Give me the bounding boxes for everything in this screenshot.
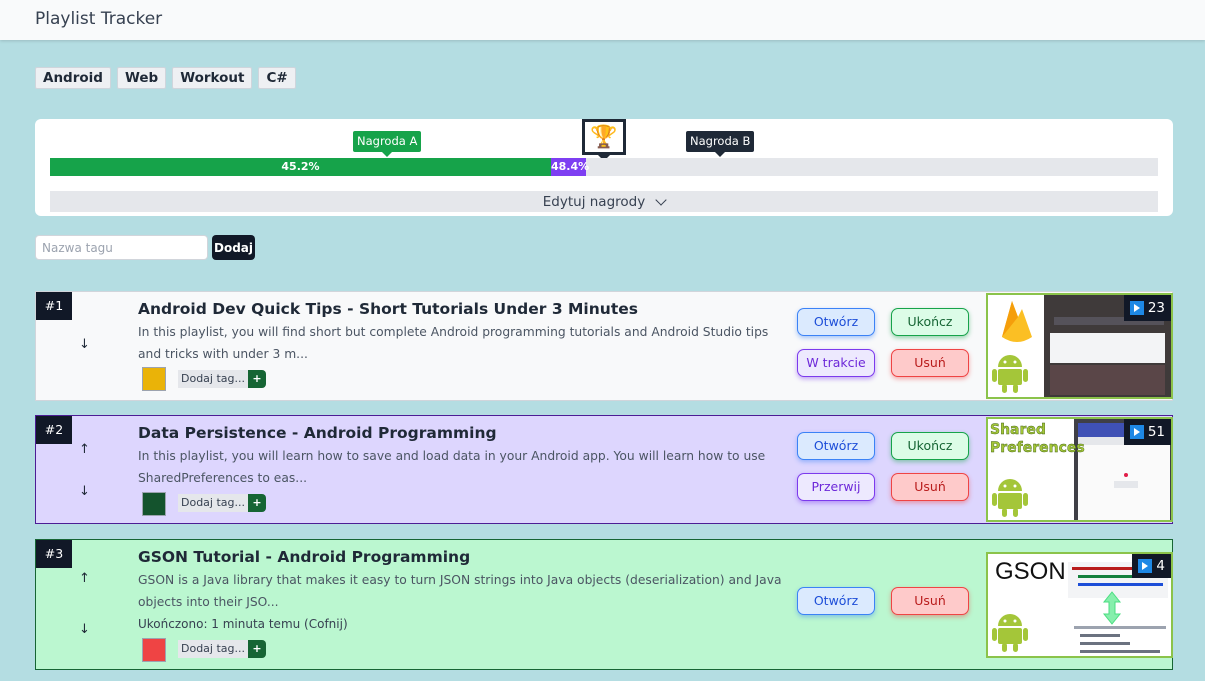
progress-bar: 45.2% 48.4% [50, 158, 1158, 176]
progress-in-progress-fill: 48.4% [551, 158, 589, 176]
playlist-thumbnail[interactable]: Shared Preferences 51 [986, 417, 1173, 522]
finish-button[interactable]: Ukończ [891, 432, 969, 460]
rank-badge: #1 [36, 292, 72, 320]
rank-badge: #3 [36, 540, 72, 568]
playlist-title[interactable]: Android Dev Quick Tips - Short Tutorials… [138, 300, 638, 318]
playlist-thumbnail[interactable]: GSON 4 [986, 552, 1173, 658]
tag-filter-bar: Android Web Workout C# [35, 67, 296, 89]
delete-button[interactable]: Usuń [891, 473, 969, 501]
playlist-card: #3 ↑ ↓ GSON Tutorial - Android Programmi… [35, 539, 1173, 670]
delete-button[interactable]: Usuń [891, 349, 969, 377]
move-up-arrow[interactable]: ↑ [79, 442, 90, 457]
add-tag-label: Dodaj tag... [178, 640, 249, 658]
tag-filter-web[interactable]: Web [116, 67, 167, 89]
finish-button[interactable]: Ukończ [891, 308, 969, 336]
move-up-arrow[interactable]: ↑ [79, 571, 90, 586]
plus-icon[interactable]: + [248, 494, 267, 512]
move-down-arrow[interactable]: ↓ [79, 622, 90, 637]
playlist-title[interactable]: GSON Tutorial - Android Programming [138, 548, 470, 566]
in-progress-button[interactable]: W trakcie [797, 349, 875, 377]
edit-rewards-label: Edytuj nagrody [542, 193, 646, 210]
plus-icon[interactable]: + [248, 640, 267, 658]
playlist-card: #1 ↓ Android Dev Quick Tips - Short Tuto… [35, 291, 1173, 401]
video-count-badge: 4 [1132, 554, 1171, 578]
video-count-badge: 51 [1123, 419, 1171, 445]
video-count: 23 [1147, 300, 1165, 316]
trophy-icon: 🏆 [582, 119, 626, 161]
move-down-arrow[interactable]: ↓ [79, 337, 90, 352]
add-tag-control[interactable]: Dodaj tag... + [178, 494, 267, 512]
android-icon [992, 614, 1028, 652]
pause-button[interactable]: Przerwij [797, 473, 875, 501]
tag-filter-workout[interactable]: Workout [172, 67, 253, 89]
open-button[interactable]: Otwórz [797, 432, 875, 460]
add-tag-button[interactable]: Dodaj [212, 235, 255, 260]
tag-filter-csharp[interactable]: C# [258, 67, 296, 89]
progress-card: Nagroda A 🏆 Nagroda B 45.2% 48.4% Edytuj… [35, 119, 1173, 216]
play-icon [1129, 301, 1144, 315]
playlist-description: GSON is a Java library that makes it eas… [138, 573, 782, 609]
reward-a-marker[interactable]: Nagroda A [353, 131, 422, 157]
video-count: 51 [1147, 424, 1165, 440]
color-swatch[interactable] [142, 367, 166, 391]
delete-button[interactable]: Usuń [891, 587, 969, 615]
android-icon [992, 479, 1028, 517]
color-swatch[interactable] [142, 492, 166, 516]
playlist-card: #2 ↑ ↓ Data Persistence - Android Progra… [35, 415, 1173, 524]
play-icon [1129, 425, 1144, 439]
reward-b-marker[interactable]: Nagroda B [686, 131, 755, 157]
color-swatch[interactable] [142, 638, 166, 662]
open-button[interactable]: Otwórz [797, 308, 875, 336]
android-icon [992, 355, 1028, 393]
tag-filter-android[interactable]: Android [35, 67, 111, 89]
top-bar: Playlist Tracker [0, 0, 1205, 40]
playlist-description: In this playlist, you will find short bu… [138, 325, 769, 361]
plus-icon[interactable]: + [248, 370, 267, 388]
chevron-down-icon [655, 193, 667, 206]
play-icon [1138, 559, 1153, 573]
add-tag-control[interactable]: Dodaj tag... + [178, 370, 267, 388]
playlist-description: In this playlist, you will learn how to … [138, 449, 766, 485]
add-tag-control[interactable]: Dodaj tag... + [178, 640, 267, 658]
app-title: Playlist Tracker [35, 9, 163, 29]
thumbnail-caption: Shared Preferences [990, 422, 1085, 456]
add-tag-label: Dodaj tag... [178, 370, 249, 388]
edit-rewards-toggle[interactable]: Edytuj nagrody [50, 191, 1158, 212]
add-tag-label: Dodaj tag... [178, 494, 249, 512]
open-button[interactable]: Otwórz [797, 587, 875, 615]
progress-completed-fill: 45.2% [50, 158, 551, 176]
move-down-arrow[interactable]: ↓ [79, 484, 90, 499]
tag-name-input[interactable] [35, 235, 208, 260]
video-count-badge: 23 [1123, 295, 1171, 321]
playlist-title[interactable]: Data Persistence - Android Programming [138, 424, 497, 442]
rank-badge: #2 [36, 416, 72, 444]
playlist-thumbnail[interactable]: 23 [986, 293, 1173, 399]
video-count: 4 [1156, 558, 1165, 574]
completed-status[interactable]: Ukończono: 1 minuta temu (Cofnij) [138, 617, 348, 631]
